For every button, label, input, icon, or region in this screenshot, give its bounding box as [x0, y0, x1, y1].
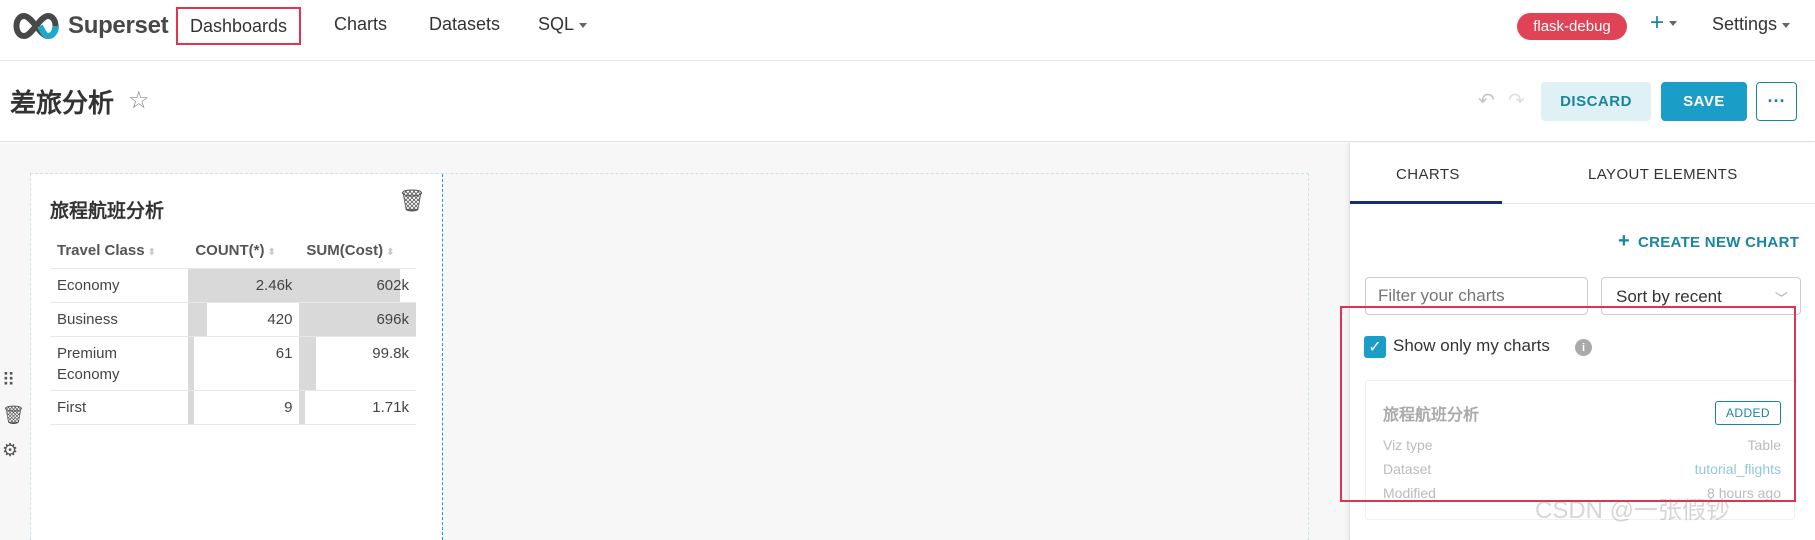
- sort-select-value: Sort by recent: [1616, 287, 1722, 306]
- trash-icon[interactable]: 🗑: [2, 405, 25, 426]
- active-tab-indicator: [1350, 201, 1502, 204]
- sum-bar: [299, 390, 306, 424]
- cell-travel-class: First: [50, 390, 189, 425]
- drag-handle-icon[interactable]: ⠿: [2, 370, 25, 391]
- cell-count-value: 420: [267, 310, 293, 328]
- cell-count: 2.46k: [188, 268, 300, 303]
- plus-icon: +: [1618, 230, 1630, 252]
- discard-button[interactable]: DISCARD: [1541, 82, 1651, 121]
- column-header[interactable]: COUNT(*) ⬍: [188, 234, 300, 269]
- redo-icon[interactable]: ↷: [1508, 88, 1525, 113]
- cell-sum-value: 1.71k: [372, 398, 409, 416]
- nav-charts[interactable]: Charts: [334, 14, 387, 35]
- chart-title: 旅程航班分析: [50, 201, 165, 222]
- cell-count-value: 61: [275, 344, 293, 362]
- column-header-label: COUNT(*): [195, 242, 265, 260]
- cell-count-value: 2.46k: [255, 276, 293, 294]
- count-bar: [188, 302, 208, 336]
- tab-charts[interactable]: CHARTS: [1396, 166, 1460, 183]
- column-header[interactable]: SUM(Cost) ⬍: [299, 234, 416, 269]
- annotation-highlight-box: [1340, 306, 1796, 502]
- column-header-label: SUM(Cost): [306, 242, 384, 260]
- top-navbar: Superset Dashboards Charts Datasets SQL …: [0, 0, 1815, 61]
- column-header-label: Travel Class: [57, 242, 145, 260]
- trash-icon[interactable]: 🗑: [398, 188, 426, 214]
- table-row: Premium Economy 61 99.8k: [50, 336, 416, 391]
- sum-bar: [299, 336, 316, 390]
- count-bar: [188, 390, 195, 424]
- sort-icon: ⬍: [267, 247, 276, 259]
- more-options-button[interactable]: ···: [1756, 82, 1797, 121]
- chart-side-tools: ⠿ 🗑 ⚙: [2, 370, 25, 475]
- cell-sum: 696k: [299, 302, 416, 337]
- table-row: Business 420 696k: [50, 302, 416, 337]
- sort-icon: ⬍: [147, 247, 156, 259]
- superset-logo[interactable]: Superset: [10, 12, 169, 40]
- cell-travel-class: Business: [50, 302, 189, 337]
- cell-sum: 602k: [299, 268, 416, 303]
- create-new-chart-label: CREATE NEW CHART: [1637, 234, 1800, 251]
- gear-icon[interactable]: ⚙: [2, 440, 25, 461]
- tab-layout-elements[interactable]: LAYOUT ELEMENTS: [1588, 166, 1738, 183]
- table-row: Economy 2.46k 602k: [50, 268, 416, 303]
- watermark: CSDN @一张假钞: [1535, 497, 1731, 524]
- undo-icon[interactable]: ↶: [1478, 88, 1495, 113]
- cell-count-value: 9: [284, 398, 293, 416]
- cell-count: 420: [188, 302, 300, 337]
- cell-sum-value: 99.8k: [372, 344, 409, 362]
- infinity-logo-icon: [13, 12, 59, 40]
- table-header-row: Travel Class ⬍ COUNT(*) ⬍ SUM(Cost) ⬍: [50, 234, 416, 269]
- cell-sum: 99.8k: [299, 336, 416, 391]
- cell-count: 9: [188, 390, 300, 425]
- create-new-chart-link[interactable]: + CREATE NEW CHART: [1618, 230, 1799, 253]
- table-row: First 9 1.71k: [50, 390, 416, 425]
- new-menu[interactable]: +: [1650, 9, 1678, 37]
- cell-sum: 1.71k: [299, 390, 416, 425]
- chevron-down-icon: [579, 22, 588, 28]
- favorite-star-icon[interactable]: ☆: [128, 86, 150, 115]
- env-badge: flask-debug: [1517, 13, 1627, 40]
- column-header[interactable]: Travel Class ⬍: [50, 234, 189, 269]
- brand-name: Superset: [68, 12, 169, 39]
- nav-dashboards-label: Dashboards: [189, 15, 288, 36]
- settings-label: Settings: [1712, 14, 1778, 34]
- cell-sum-value: 696k: [376, 310, 409, 328]
- chevron-down-icon: [1669, 21, 1678, 27]
- dashboard-header: 差旅分析 ☆ ↶ ↷ DISCARD SAVE ···: [0, 62, 1815, 142]
- nav-datasets[interactable]: Datasets: [429, 14, 500, 35]
- data-table: Travel Class ⬍ COUNT(*) ⬍ SUM(Cost) ⬍ Econo…: [50, 234, 416, 425]
- cell-count: 61: [188, 336, 300, 391]
- chevron-down-icon: ﹀: [1774, 291, 1788, 306]
- panel-tabs: CHARTS LAYOUT ELEMENTS: [1350, 143, 1815, 204]
- chevron-down-icon: [1782, 22, 1791, 28]
- cell-travel-class: Premium Economy: [50, 336, 189, 391]
- cell-sum-value: 602k: [376, 276, 409, 294]
- nav-sql-label: SQL: [538, 14, 575, 34]
- save-button[interactable]: SAVE: [1661, 82, 1747, 121]
- sort-icon: ⬍: [386, 247, 395, 259]
- count-bar: [188, 336, 195, 390]
- cell-travel-class: Economy: [50, 268, 189, 303]
- nav-dashboards[interactable]: Dashboards: [176, 7, 301, 45]
- chart-card[interactable]: 旅程航班分析 🗑 Travel Class ⬍ COUNT(*) ⬍ SUM(Cos…: [31, 174, 443, 540]
- nav-sql[interactable]: SQL: [538, 14, 588, 35]
- dashboard-title[interactable]: 差旅分析: [10, 83, 114, 120]
- settings-menu[interactable]: Settings: [1712, 14, 1791, 35]
- plus-icon: +: [1650, 9, 1665, 36]
